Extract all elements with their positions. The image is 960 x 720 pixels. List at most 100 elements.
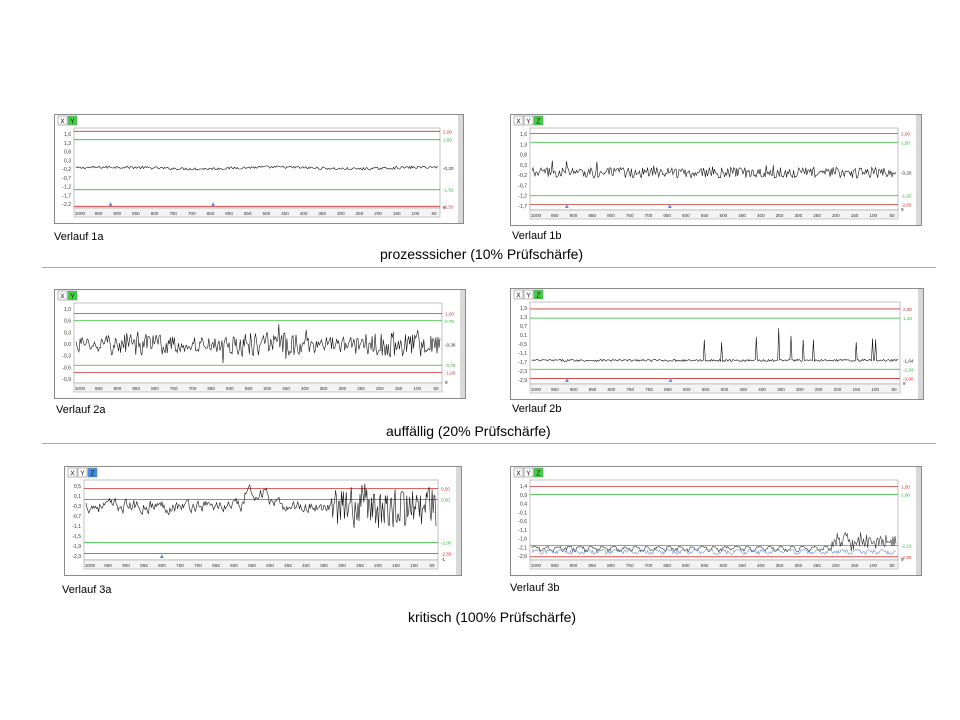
- x-tick-label: 950: [551, 563, 559, 568]
- chart-tab-label: Y: [80, 471, 85, 478]
- chart-panel-2a: X Y 1,0 0,6 0,3 0,0 -0,3 -0,6 -0,9 1,00 0,75 -0,75 -…: [54, 289, 466, 399]
- section-divider-1: [42, 267, 936, 268]
- x-tick-label: 1000: [75, 211, 86, 216]
- y-tick-label: -2,3: [72, 554, 81, 560]
- x-tick-label: 50: [891, 387, 897, 392]
- limit-label: 1,00: [901, 492, 910, 497]
- y-tick-label: -1,2: [518, 194, 527, 200]
- chart-tab-label: Y: [70, 119, 75, 126]
- x-axis-strip: [529, 383, 901, 394]
- chart-tab-label: X: [60, 119, 65, 126]
- y-tick-label: -2,2: [62, 202, 71, 208]
- x-tick-label: 400: [757, 213, 765, 218]
- x-tick-label: 950: [95, 386, 103, 391]
- chart-tab-label: X: [60, 294, 65, 301]
- y-tick-label: -0,2: [62, 167, 71, 173]
- chart-plot-area: [529, 479, 899, 561]
- chart-tabs: XYZ: [67, 467, 98, 478]
- y-tick-label: -0,2: [518, 173, 527, 179]
- x-tick-label: 700: [645, 387, 653, 392]
- x-tick-label: 450: [282, 386, 290, 391]
- bottom-value-label: 9: [443, 205, 446, 210]
- x-tick-label: 700: [645, 563, 653, 568]
- section-title-3: kritisch (100% Prüfschärfe): [408, 609, 577, 625]
- x-tick-label: 150: [851, 563, 859, 568]
- x-tick-label: 450: [281, 211, 289, 216]
- x-tick-label: 1000: [531, 563, 542, 568]
- y-tick-label: 1,3: [64, 141, 71, 147]
- y-tick-label: 0,7: [520, 324, 527, 330]
- limit-label: 2,00: [443, 129, 452, 134]
- x-tick-label: 400: [757, 563, 765, 568]
- chart-caption-3b: Verlauf 3b: [510, 582, 560, 594]
- x-tick-label: 150: [393, 211, 401, 216]
- section-title-2: auffällig (20% Prüfschärfe): [386, 423, 551, 439]
- x-tick-label: 650: [663, 213, 671, 218]
- y-tick-label: 0,5: [74, 484, 81, 490]
- x-tick-label: 200: [834, 387, 842, 392]
- chart-tab-label: Z: [536, 293, 541, 300]
- x-tick-label: 600: [226, 386, 234, 391]
- chart-tab-label: X: [516, 471, 521, 478]
- x-tick-label: 200: [376, 386, 384, 391]
- x-tick-label: 900: [122, 563, 130, 568]
- y-tick-label: -1,7: [518, 204, 527, 210]
- limit-label: -2,50: [441, 552, 452, 557]
- x-tick-label: 250: [813, 213, 821, 218]
- x-tick-label: 650: [664, 387, 672, 392]
- chart-tab-label: X: [70, 471, 75, 478]
- x-tick-label: 350: [320, 563, 328, 568]
- x-tick-label: 300: [337, 211, 345, 216]
- limit-label: -2,34: [903, 367, 914, 372]
- chart-tabs: XYZ: [513, 289, 544, 300]
- x-tick-label: 800: [608, 387, 616, 392]
- y-tick-label: 1,3: [520, 315, 527, 321]
- x-tick-label: 750: [626, 213, 634, 218]
- limit-label: 1,50: [901, 484, 910, 489]
- chart-panel-3b: X Y Z 1,4 0,9 0,4 -0,1 -0,6 -1,1 -1,6 -2,1 -2,6 1,50…: [510, 466, 922, 576]
- x-tick-label: 550: [701, 213, 709, 218]
- current-value-label: -1,64: [903, 358, 914, 363]
- x-tick-label: 350: [777, 387, 785, 392]
- x-tick-label: 700: [194, 563, 202, 568]
- x-tick-label: 100: [871, 387, 879, 392]
- x-tick-label: 850: [132, 211, 140, 216]
- y-tick-label: 0,3: [64, 330, 71, 336]
- x-tick-label: 1000: [85, 563, 96, 568]
- chart-panel-3a: X Y Z 0,5 0,1 -0,3 -0,7 -1,1 -1,5 -1,9 -2,3 0,50 0,0…: [64, 466, 462, 576]
- y-tick-label: -0,7: [62, 176, 71, 182]
- current-value-label: -0,20: [443, 166, 454, 171]
- x-tick-label: 450: [738, 563, 746, 568]
- chart-tab-label: Z: [536, 119, 541, 126]
- x-tick-label: 950: [95, 211, 103, 216]
- y-tick-label: 1,9: [520, 306, 527, 312]
- chart-svg-3a: X Y Z 0,5 0,1 -0,3 -0,7 -1,1 -1,5 -1,9 -2,3 0,50 0,0…: [64, 466, 462, 576]
- y-tick-label: -1,1: [72, 524, 81, 530]
- chart-tab-label: X: [516, 293, 521, 300]
- x-tick-label: 700: [188, 211, 196, 216]
- chart-svg-2a: X Y 1,0 0,6 0,3 0,0 -0,3 -0,6 -0,9 1,00 0,75 -0,75 -…: [54, 289, 466, 399]
- x-axis-strip: [529, 559, 899, 570]
- x-tick-label: 700: [189, 386, 197, 391]
- x-tick-label: 800: [158, 563, 166, 568]
- chart-svg-1a: X Y 1,6 1,3 0,8 0,3 -0,2 -0,7 -1,2 -1,7 -2,2 2,00 1,…: [54, 114, 464, 224]
- x-tick-label: 1000: [531, 213, 542, 218]
- x-tick-label: 500: [262, 211, 270, 216]
- chart-caption-1a: Verlauf 1a: [54, 231, 104, 243]
- y-tick-label: 1,4: [520, 484, 527, 490]
- y-tick-label: -0,3: [62, 354, 71, 360]
- chart-caption-2b: Verlauf 2b: [512, 403, 562, 415]
- x-axis-strip: [529, 209, 899, 220]
- x-tick-label: 450: [284, 563, 292, 568]
- x-tick-label: 750: [626, 563, 634, 568]
- x-tick-label: 1000: [75, 386, 86, 391]
- x-axis-strip: [73, 207, 441, 218]
- x-tick-label: 100: [869, 563, 877, 568]
- x-tick-label: 350: [776, 213, 784, 218]
- x-tick-label: 900: [113, 211, 121, 216]
- x-tick-label: 500: [264, 386, 272, 391]
- y-tick-label: -0,6: [518, 519, 527, 525]
- current-value-label: -0,36: [445, 342, 456, 347]
- chart-panel-2b: X Y Z 1,9 1,3 0,7 0,1 -0,5 -1,1 -1,7 -2,3 -2,9 2,00 1…: [510, 288, 924, 400]
- y-tick-label: 0,8: [520, 153, 527, 159]
